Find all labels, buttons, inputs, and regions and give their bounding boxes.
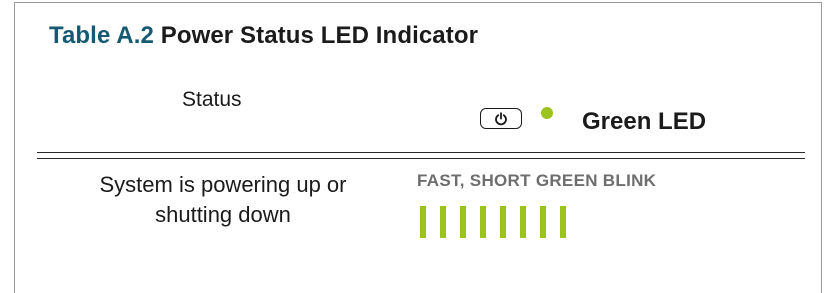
green-led-dot-icon xyxy=(541,107,553,119)
blink-pattern-label: FAST, SHORT GREEN BLINK xyxy=(417,171,657,190)
blink-bar xyxy=(440,206,446,238)
power-symbol-icon xyxy=(495,111,507,125)
blink-bar xyxy=(480,206,486,238)
header-divider-top xyxy=(37,152,805,153)
row-status-line-1: System is powering up or xyxy=(99,172,347,197)
row-status-line-2: shutting down xyxy=(155,202,291,227)
table-number: Table A.2 xyxy=(49,22,154,49)
green-led-column-header: Green LED xyxy=(582,108,707,135)
table-title: Table A.2 Power Status LED Indicator xyxy=(49,22,478,50)
row-status-text: System is powering up or shutting down xyxy=(62,170,384,230)
header-divider-bottom xyxy=(37,158,805,159)
table-title-text: Power Status LED Indicator xyxy=(160,22,479,49)
blink-bar xyxy=(420,206,426,238)
status-column-header: Status xyxy=(182,88,242,111)
blink-bar xyxy=(520,206,526,238)
power-button-icon xyxy=(480,108,522,129)
blink-bar xyxy=(560,206,566,238)
blink-bar xyxy=(540,206,546,238)
blink-bar xyxy=(500,206,506,238)
blink-bar xyxy=(460,206,466,238)
